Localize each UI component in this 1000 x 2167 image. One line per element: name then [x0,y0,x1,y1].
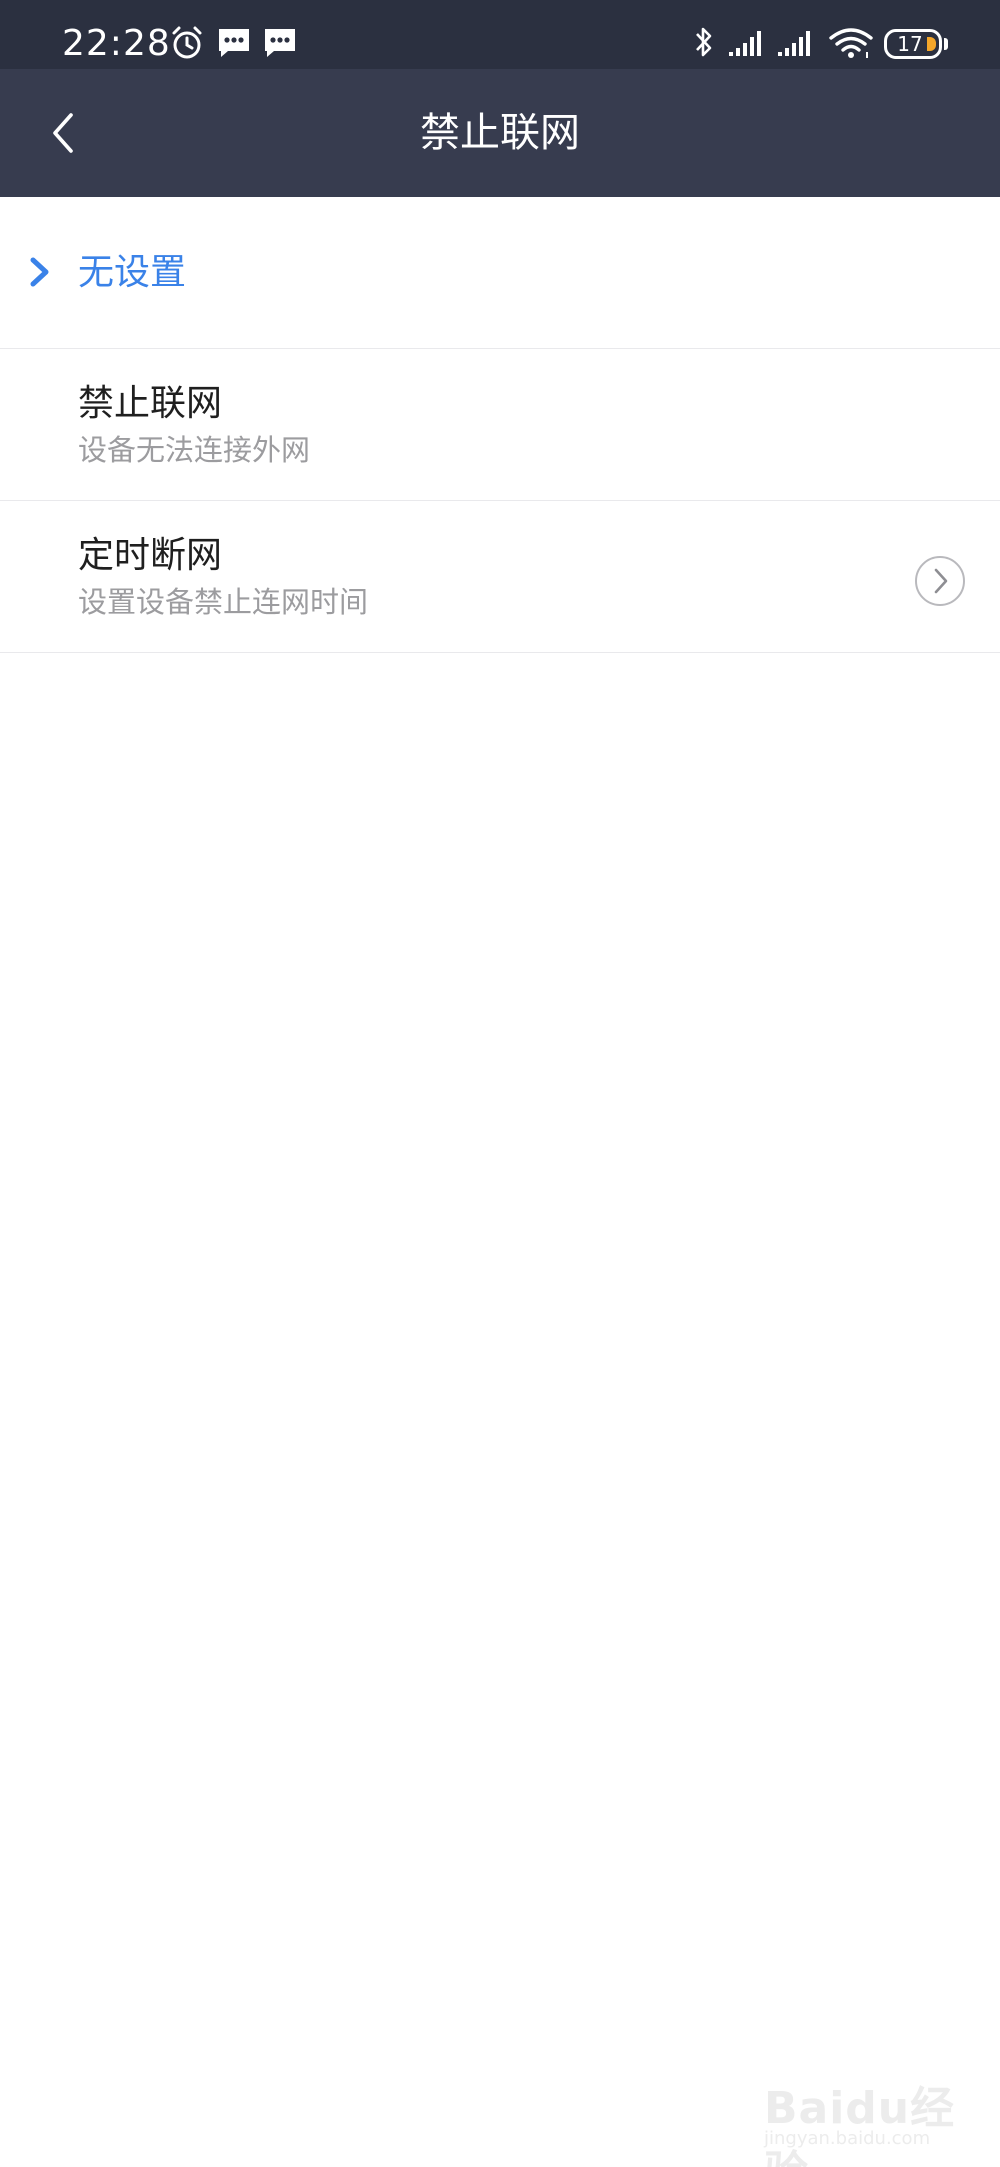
option-subtitle: 设置设备禁止连网时间 [78,585,369,619]
watermark-url: jingyan.baidu.com [764,2128,931,2149]
watermark: Baidu经验 jingyan.baidu.com [764,2050,984,2167]
header-bar: 禁止联网 [0,69,1000,197]
wifi-icon [828,26,874,66]
watermark-logo-text: Baidu经验 [764,2083,956,2167]
alarm-icon [168,24,206,64]
battery-nub [944,38,948,50]
option-title: 无设置 [78,252,187,293]
status-time: 22:28 [62,23,171,64]
option-title: 定时断网 [78,535,223,576]
options-list: 无设置 禁止联网 设备无法连接外网 定时断网 设置设备禁止连网时间 [0,197,1000,653]
signal-icon [728,26,768,66]
screen: 22:28 17 禁止联网 无设置 禁止联网 设备无法连接外网 定时断网 设置设… [0,0,1000,2167]
message-icon [262,26,298,66]
option-title: 禁止联网 [78,383,223,424]
option-no-setting[interactable]: 无设置 [0,197,1000,349]
selected-chevron-icon [30,257,49,287]
signal-icon [777,26,817,66]
message-icon [216,26,252,66]
option-subtitle: 设备无法连接外网 [78,433,311,467]
chevron-right-circle-icon[interactable] [914,555,966,607]
battery-level: 17 [897,32,923,56]
bluetooth-icon [692,24,716,64]
back-button[interactable] [30,99,98,167]
page-title: 禁止联网 [420,110,580,156]
option-block-network[interactable]: 禁止联网 设备无法连接外网 [0,349,1000,501]
battery-indicator: 17 [884,29,942,59]
option-scheduled-disconnect[interactable]: 定时断网 设置设备禁止连网时间 [0,501,1000,653]
chevron-left-icon [53,113,73,153]
status-bar: 22:28 17 [0,0,1000,69]
